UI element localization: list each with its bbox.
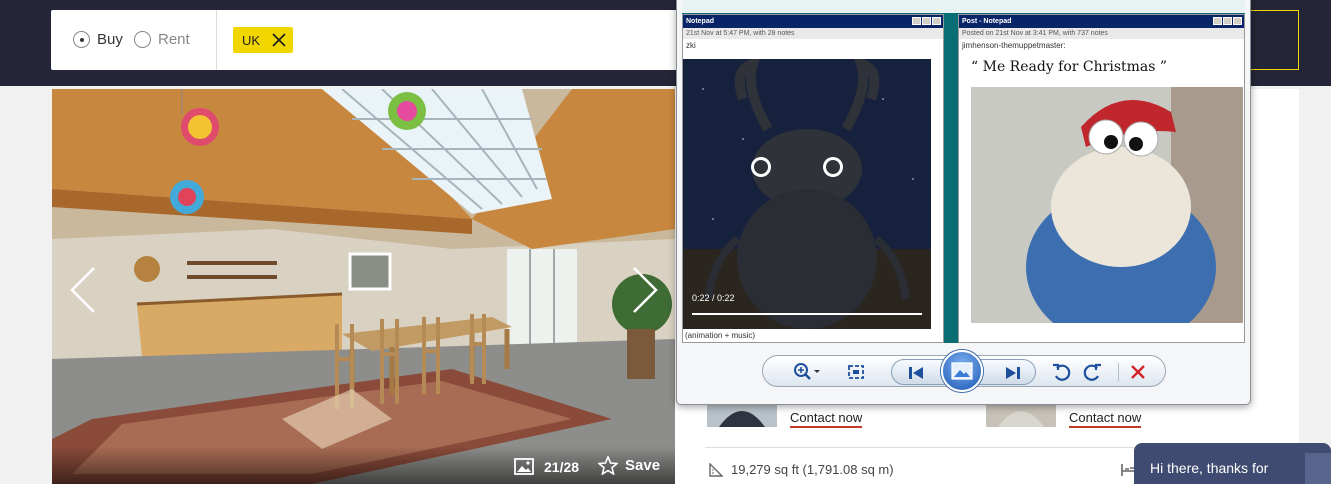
area-ruler-icon (709, 462, 723, 477)
buy-label: Buy (97, 31, 123, 48)
window-title-bar: Post - Notepad (959, 15, 1244, 28)
rotate-clockwise-icon (1083, 363, 1101, 381)
chat-greeting: Hi there, thanks for (1150, 460, 1269, 476)
chat-widget[interactable]: Hi there, thanks for (1134, 443, 1331, 484)
video-time: 0:22 / 0:22 (692, 293, 735, 303)
radio-unselected-icon (134, 31, 151, 48)
window-title-bar: Notepad (683, 15, 943, 28)
chat-avatar (1305, 453, 1331, 484)
viewer-toolbar (762, 350, 1166, 392)
gallery-footer: 21/28 Save (52, 446, 675, 484)
next-photo-arrow-icon[interactable] (630, 265, 660, 315)
photo-viewer-window[interactable]: Notepad 21st Nov at 5:47 PM, with 28 not… (676, 0, 1251, 405)
contact-now-link[interactable]: Contact now (790, 410, 863, 428)
actual-size-button[interactable] (845, 361, 867, 383)
location-chip-label: UK (242, 32, 261, 48)
skip-previous-icon (909, 367, 923, 379)
photo-counter[interactable]: 21/28 (514, 458, 579, 475)
zoom-magnifier-icon (794, 363, 820, 380)
contact-now-link[interactable]: Contact now (1069, 410, 1142, 428)
fit-to-window-icon (848, 365, 864, 379)
notepad-window-right: Post - Notepad Posted on 21st Nov at 3:4… (958, 14, 1245, 343)
image-top-strip (682, 0, 1245, 13)
post-user: jimhenson-themuppetmaster: (962, 41, 1066, 50)
slideshow-button[interactable] (941, 350, 983, 392)
viewer-image: Notepad 21st Nov at 5:47 PM, with 28 not… (682, 0, 1245, 343)
remove-chip-icon[interactable] (271, 31, 287, 49)
floor-area-text: 19,279 sq ft (1,791.08 sq m) (731, 462, 894, 477)
muppet-photo (971, 87, 1243, 323)
post-user: zki (686, 41, 696, 50)
notepad-window-left: Notepad 21st Nov at 5:47 PM, with 28 not… (682, 14, 944, 343)
rent-radio[interactable]: Rent (134, 31, 190, 48)
window-controls-icon (1213, 17, 1242, 25)
window-title: Post - Notepad (962, 18, 1012, 25)
slideshow-icon (951, 362, 973, 380)
skip-next-icon (1006, 367, 1020, 379)
delete-x-icon (1131, 365, 1145, 379)
window-controls-icon (912, 17, 941, 25)
post-quote: “ Me Ready for Christmas ” (971, 59, 1168, 75)
next-button[interactable] (1002, 362, 1024, 384)
window-title: Notepad (686, 18, 714, 25)
rotate-counterclockwise-icon (1053, 363, 1071, 381)
post-meta: 21st Nov at 5:47 PM, with 28 notes (683, 28, 943, 39)
video-player: 0:22 / 0:22 (683, 59, 931, 329)
rotate-right-button[interactable] (1082, 361, 1104, 383)
delete-button[interactable] (1127, 361, 1149, 383)
rotate-left-button[interactable] (1050, 361, 1072, 383)
room-photo (52, 89, 675, 484)
previous-button[interactable] (905, 362, 927, 384)
search-box: Buy Rent UK (51, 10, 691, 70)
radio-selected-icon (73, 31, 90, 48)
muppet-picture (971, 87, 1243, 323)
rent-label: Rent (158, 31, 190, 48)
photos-icon (514, 458, 534, 475)
post-caption: (animation + music) (685, 331, 756, 340)
buy-radio[interactable]: Buy (73, 31, 123, 48)
zoom-button[interactable] (791, 361, 823, 383)
toolbar-separator (1118, 363, 1119, 381)
save-label: Save (625, 457, 661, 474)
floor-area: 19,279 sq ft (1,791.08 sq m) (709, 462, 894, 477)
transaction-type-group: Buy Rent (51, 10, 217, 70)
save-button[interactable]: Save (598, 456, 660, 475)
beetle-animation-frame (683, 59, 931, 329)
location-chip: UK (233, 27, 293, 53)
previous-photo-arrow-icon[interactable] (68, 265, 98, 315)
photo-counter-text: 21/28 (544, 458, 580, 475)
star-icon (598, 456, 618, 475)
post-meta: Posted on 21st Nov at 3:41 PM, with 737 … (959, 28, 1244, 39)
photo-gallery[interactable]: 21/28 Save (52, 89, 675, 484)
video-progress-bar (692, 313, 922, 315)
